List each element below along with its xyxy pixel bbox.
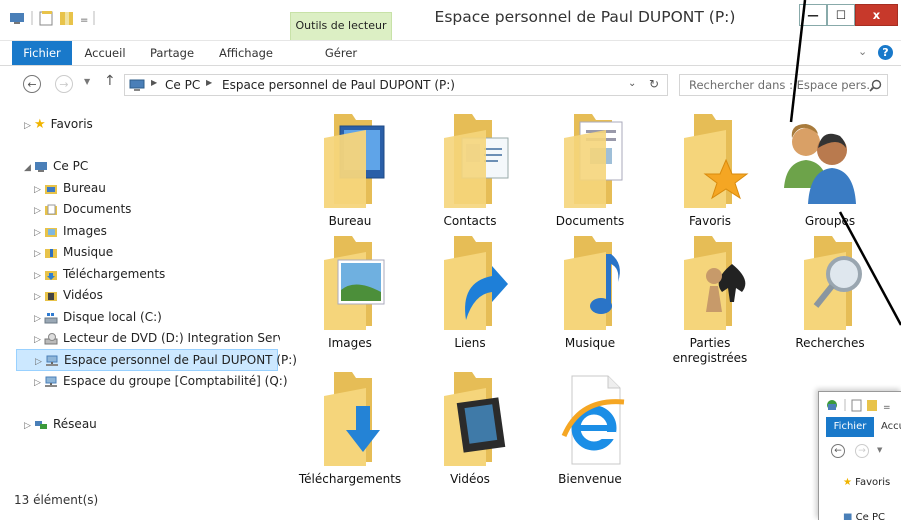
overlay-recent-icon[interactable]: ▼ [877,446,882,454]
overlay-explorer-window: = Fichier Accu ← → ▼ ★ Favoris ■ Ce PC [818,391,901,520]
annotation-arrows [789,0,901,326]
overlay-tab-file[interactable]: Fichier [826,417,874,437]
annotation-arrow-line [789,0,807,123]
overlay-nav-favorites[interactable]: ★ Favoris [843,477,890,488]
svg-text:=: = [883,403,891,412]
star-icon: ★ [843,477,852,488]
annotation-arrow-line [838,211,901,326]
overlay-tab-home[interactable]: Accu [881,417,901,437]
overlay-back-icon[interactable]: ← [831,444,845,458]
overlay-forward-icon[interactable]: → [855,444,869,458]
overlay-quick-access-icons: = [827,399,891,412]
